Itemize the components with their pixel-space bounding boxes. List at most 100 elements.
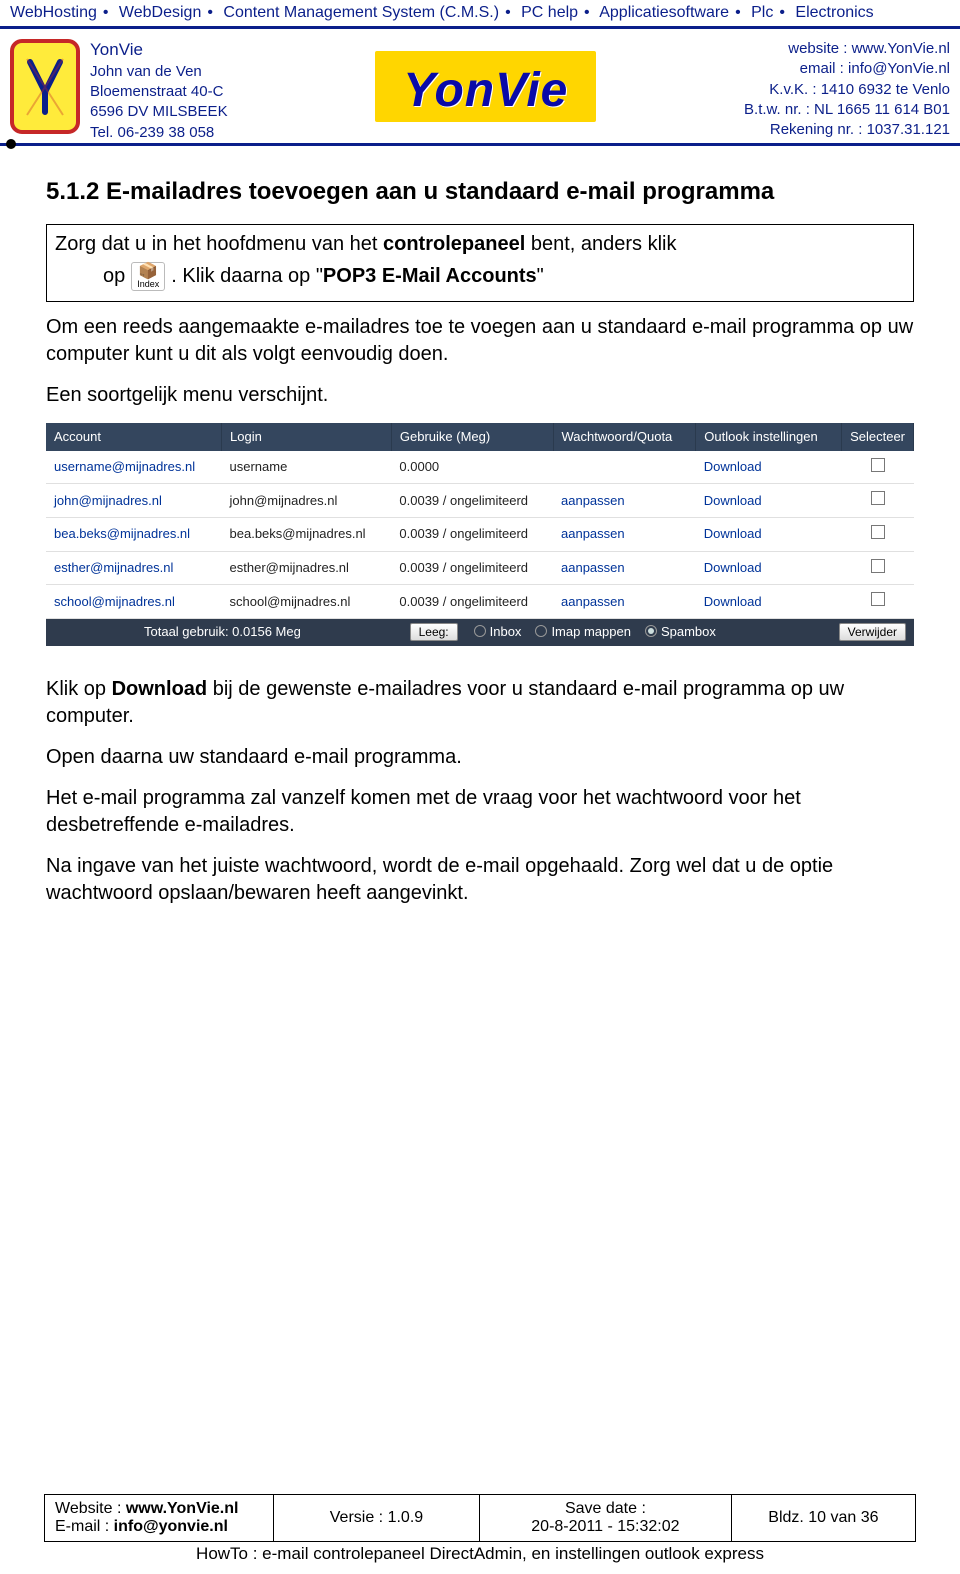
checkbox-icon[interactable] xyxy=(871,525,885,539)
col-select[interactable]: Selecteer xyxy=(842,423,914,451)
contact-line: website : www.YonVie.nl xyxy=(744,39,950,59)
contact-line: Rekening nr. : 1037.31.121 xyxy=(744,120,950,140)
download-bold: Download xyxy=(112,678,208,700)
checkbox-icon[interactable] xyxy=(871,592,885,606)
cell-password[interactable]: aanpassen xyxy=(553,551,696,585)
col-login[interactable]: Login xyxy=(222,423,392,451)
cell-download[interactable]: Download xyxy=(696,585,842,619)
cell-checkbox[interactable] xyxy=(842,551,914,585)
nav-item[interactable]: Content Management System (C.M.S.) xyxy=(223,4,499,21)
instruction-box: Zorg dat u in het hoofdmenu van het cont… xyxy=(46,224,914,302)
addr-line: John van de Ven xyxy=(90,62,228,82)
index-button-label: Index xyxy=(137,280,159,289)
cell-account[interactable]: esther@mijnadres.nl xyxy=(46,551,222,585)
checkbox-icon[interactable] xyxy=(871,458,885,472)
checkbox-icon[interactable] xyxy=(871,491,885,505)
nav-item[interactable]: PC help xyxy=(521,4,578,21)
addr-line: Tel. 06-239 38 058 xyxy=(90,123,228,143)
savedate-value: 20-8-2011 - 15:32:02 xyxy=(531,1518,679,1536)
cell-account[interactable]: school@mijnadres.nl xyxy=(46,585,222,619)
cell-checkbox[interactable] xyxy=(842,451,914,484)
footer-website: www.YonVie.nl xyxy=(126,1500,239,1517)
address-block: YonVie John van de Ven Bloemenstraat 40-… xyxy=(90,39,228,143)
cell-download[interactable]: Download xyxy=(696,451,842,484)
cell-usage: 0.0000 xyxy=(391,451,553,484)
top-nav: WebHosting• WebDesign• Content Managemen… xyxy=(0,0,960,29)
cell-login: username xyxy=(222,451,392,484)
total-usage: Totaal gebruik: 0.0156 Meg xyxy=(54,623,301,641)
radio-option[interactable]: Inbox xyxy=(474,623,522,641)
cell-password[interactable]: aanpassen xyxy=(553,484,696,518)
nav-item[interactable]: WebHosting xyxy=(10,4,97,21)
cell-account[interactable]: john@mijnadres.nl xyxy=(46,484,222,518)
page-header: YonVie John van de Ven Bloemenstraat 40-… xyxy=(0,29,960,146)
page-number: Bldz. 10 van 36 xyxy=(768,1509,878,1527)
contact-line: K.v.K. : 1410 6932 te Venlo xyxy=(744,80,950,100)
delete-button[interactable]: Verwijder xyxy=(839,623,906,641)
radio-option[interactable]: Imap mappen xyxy=(535,623,631,641)
paragraph: Na ingave van het juiste wachtwoord, wor… xyxy=(46,853,914,907)
paragraph: Het e-mail programma zal vanzelf komen m… xyxy=(46,785,914,839)
brand-logo: YonVie xyxy=(375,51,596,122)
nav-item[interactable]: WebDesign xyxy=(119,4,201,21)
radio-icon xyxy=(645,625,657,637)
col-usage[interactable]: Gebruike (Meg) xyxy=(391,423,553,451)
label: E-mail : xyxy=(55,1518,114,1535)
cell-login: esther@mijnadres.nl xyxy=(222,551,392,585)
cell-usage: 0.0039 / ongelimiteerd xyxy=(391,484,553,518)
footer-page: Bldz. 10 van 36 xyxy=(732,1495,915,1541)
table-row: username@mijnadres.nlusername0.0000 Downl… xyxy=(46,451,914,484)
cell-password[interactable]: aanpassen xyxy=(553,585,696,619)
label: Versie : xyxy=(330,1509,388,1526)
cell-usage: 0.0039 / ongelimiteerd xyxy=(391,585,553,619)
addr-line: Bloemenstraat 40-C xyxy=(90,82,228,102)
email-accounts-table: Account Login Gebruike (Meg) Wachtwoord/… xyxy=(46,423,914,618)
contact-line: email : info@YonVie.nl xyxy=(744,59,950,79)
nav-item[interactable]: Electronics xyxy=(795,4,873,21)
paragraph: Om een reeds aangemaakte e-mailadres toe… xyxy=(46,314,914,368)
cell-checkbox[interactable] xyxy=(842,585,914,619)
cell-download[interactable]: Download xyxy=(696,484,842,518)
col-password-quota[interactable]: Wachtwoord/Quota xyxy=(553,423,696,451)
op-label: op xyxy=(103,263,125,290)
radio-label: Imap mappen xyxy=(551,623,631,641)
footer-email: info@yonvie.nl xyxy=(114,1518,228,1535)
footer-savedate: Save date : 20-8-2011 - 15:32:02 xyxy=(480,1495,732,1541)
instr-text: . Klik daarna op " xyxy=(171,265,323,287)
cell-account[interactable]: bea.beks@mijnadres.nl xyxy=(46,517,222,551)
col-account[interactable]: Account xyxy=(46,423,222,451)
cell-password[interactable] xyxy=(553,451,696,484)
table-row: esther@mijnadres.nlesther@mijnadres.nl0.… xyxy=(46,551,914,585)
cell-password[interactable]: aanpassen xyxy=(553,517,696,551)
index-button[interactable]: 📦 Index xyxy=(131,262,165,291)
table-row: bea.beks@mijnadres.nlbea.beks@mijnadres.… xyxy=(46,517,914,551)
checkbox-icon[interactable] xyxy=(871,559,885,573)
page-footer: Website : www.YonVie.nl E-mail : info@yo… xyxy=(44,1494,916,1564)
empty-button[interactable]: Leeg: xyxy=(410,623,458,641)
radio-label: Spambox xyxy=(661,623,716,641)
section-heading: 5.1.2 E-mailadres toevoegen aan u standa… xyxy=(46,176,914,208)
nav-item[interactable]: Plc xyxy=(751,4,773,21)
instr-bold: controlepaneel xyxy=(383,233,525,255)
cell-checkbox[interactable] xyxy=(842,484,914,518)
cube-icon: 📦 xyxy=(138,264,158,280)
cell-login: school@mijnadres.nl xyxy=(222,585,392,619)
cell-login: bea.beks@mijnadres.nl xyxy=(222,517,392,551)
contact-line: B.t.w. nr. : NL 1665 11 614 B01 xyxy=(744,100,950,120)
table-footer: Totaal gebruik: 0.0156 Meg Leeg: Inbox Im… xyxy=(46,619,914,646)
radio-label: Inbox xyxy=(490,623,522,641)
paragraph: Open daarna uw standaard e-mail programm… xyxy=(46,744,914,771)
cell-account[interactable]: username@mijnadres.nl xyxy=(46,451,222,484)
cell-download[interactable]: Download xyxy=(696,551,842,585)
instr-text: " xyxy=(537,265,544,287)
radio-icon xyxy=(474,625,486,637)
cell-download[interactable]: Download xyxy=(696,517,842,551)
nav-item[interactable]: Applicatiesoftware xyxy=(599,4,729,21)
brand-text: YonVie xyxy=(403,64,568,117)
paragraph: Klik op Download bij de gewenste e-maila… xyxy=(46,676,914,730)
cell-login: john@mijnadres.nl xyxy=(222,484,392,518)
radio-option[interactable]: Spambox xyxy=(645,623,716,641)
col-outlook[interactable]: Outlook instellingen xyxy=(696,423,842,451)
contact-block: website : www.YonVie.nl email : info@Yon… xyxy=(744,39,950,140)
cell-checkbox[interactable] xyxy=(842,517,914,551)
